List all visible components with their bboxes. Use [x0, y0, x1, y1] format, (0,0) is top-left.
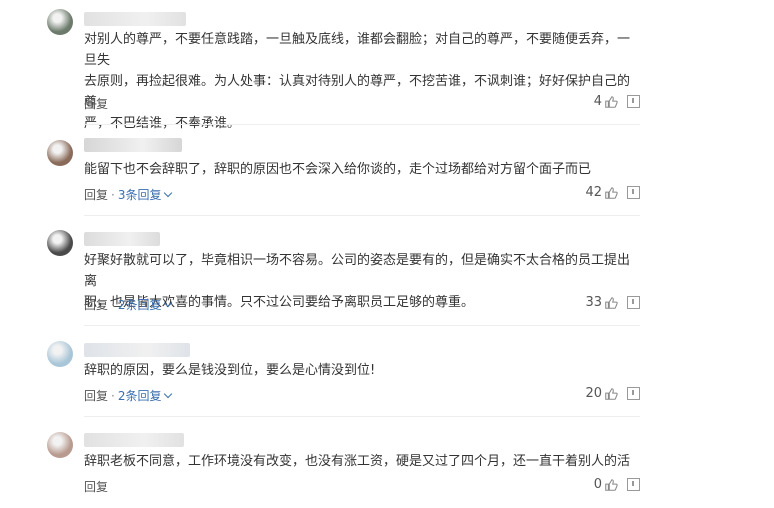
- chevron-down-icon: [164, 188, 173, 198]
- report-icon[interactable]: [627, 296, 640, 309]
- divider: [84, 416, 640, 417]
- avatar[interactable]: [47, 9, 73, 35]
- report-icon[interactable]: [627, 186, 640, 199]
- like-count: 33: [585, 295, 602, 310]
- username-blurred[interactable]: [84, 433, 184, 447]
- chevron-down-icon: [164, 389, 173, 399]
- comment-text: 辞职的原因，要么是钱没到位，要么是心情没到位!: [84, 363, 376, 378]
- reply-button[interactable]: 回复: [84, 387, 108, 404]
- reply-button[interactable]: 回复: [84, 478, 108, 495]
- report-icon[interactable]: [627, 387, 640, 400]
- avatar[interactable]: [47, 140, 73, 166]
- report-icon[interactable]: [627, 478, 640, 491]
- username-blurred[interactable]: [84, 12, 186, 26]
- reply-button[interactable]: 回复: [84, 296, 108, 313]
- like-count: 20: [585, 386, 602, 401]
- thumbs-up-icon[interactable]: [604, 478, 618, 492]
- view-replies-button[interactable]: 2条回复: [118, 387, 173, 404]
- thumbs-up-icon[interactable]: [604, 296, 618, 310]
- view-replies-button[interactable]: 3条回复: [118, 186, 173, 203]
- like-count: 0: [593, 477, 602, 492]
- avatar[interactable]: [47, 230, 73, 256]
- comment-text: 辞职老板不同意，工作环境没有改变，也没有涨工资，硬是又过了四个月，还一直干着别人…: [84, 454, 631, 469]
- username-blurred[interactable]: [84, 138, 182, 152]
- divider: [84, 215, 640, 216]
- reply-button[interactable]: 回复: [84, 95, 108, 112]
- comment-text: 能留下也不会辞职了，辞职的原因也不会深入给你谈的，走个过场都给对方留个面子而已: [84, 162, 592, 177]
- reply-button[interactable]: 回复: [84, 186, 108, 203]
- comment-text: 对别人的尊严，不要任意践踏，一旦触及底线，谁都会翻脸；对自己的尊严，不要随便丢弃…: [84, 32, 631, 131]
- separator-dot: ·: [111, 388, 115, 403]
- separator-dot: ·: [111, 187, 115, 202]
- divider: [84, 124, 640, 125]
- like-count: 42: [585, 185, 602, 200]
- separator-dot: ·: [111, 297, 115, 312]
- thumbs-up-icon[interactable]: [604, 387, 618, 401]
- avatar[interactable]: [47, 432, 73, 458]
- username-blurred[interactable]: [84, 343, 190, 357]
- chevron-down-icon: [164, 298, 173, 308]
- thumbs-up-icon[interactable]: [604, 186, 618, 200]
- avatar[interactable]: [47, 341, 73, 367]
- report-icon[interactable]: [627, 95, 640, 108]
- thumbs-up-icon[interactable]: [604, 95, 618, 109]
- like-count: 4: [593, 94, 602, 109]
- divider: [84, 325, 640, 326]
- username-blurred[interactable]: [84, 232, 160, 246]
- view-replies-button[interactable]: 2条回复: [118, 296, 173, 313]
